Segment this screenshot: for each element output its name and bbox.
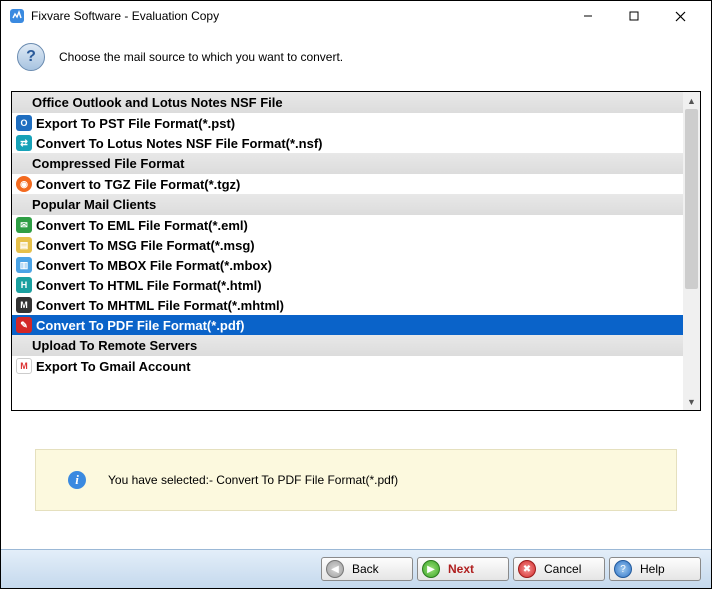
format-list: Office Outlook and Lotus Notes NSF FileO…	[11, 91, 701, 411]
next-label: Next	[448, 562, 474, 576]
format-option-mhtml[interactable]: M Convert To MHTML File Format(*.mhtml)	[12, 295, 683, 315]
format-option-label: Convert To MSG File Format(*.msg)	[36, 238, 255, 253]
format-option-pst[interactable]: O Export To PST File Format(*.pst)	[12, 113, 683, 133]
next-arrow-icon: ▶	[422, 560, 440, 578]
format-option-tgz[interactable]: ◉ Convert to TGZ File Format(*.tgz)	[12, 174, 683, 194]
cancel-button[interactable]: ✖ Cancel	[513, 557, 605, 581]
tgz-icon: ◉	[16, 176, 32, 192]
group-header: Popular Mail Clients	[12, 194, 683, 215]
scroll-thumb[interactable]	[685, 109, 698, 289]
maximize-button[interactable]	[611, 1, 657, 31]
scroll-up-arrow[interactable]: ▲	[683, 92, 700, 109]
help-icon: ?	[614, 560, 632, 578]
cancel-icon: ✖	[518, 560, 536, 578]
titlebar: Fixvare Software - Evaluation Copy	[1, 1, 711, 31]
question-icon: ?	[17, 43, 45, 71]
format-option-label: Export To Gmail Account	[36, 359, 191, 374]
info-panel: i You have selected:- Convert To PDF Fil…	[35, 449, 677, 511]
info-text: You have selected:- Convert To PDF File …	[108, 473, 398, 487]
format-option-label: Convert To Lotus Notes NSF File Format(*…	[36, 136, 323, 151]
window-title: Fixvare Software - Evaluation Copy	[31, 9, 219, 23]
group-header: Office Outlook and Lotus Notes NSF File	[12, 92, 683, 113]
format-option-msg[interactable]: ▤ Convert To MSG File Format(*.msg)	[12, 235, 683, 255]
format-option-label: Convert to TGZ File Format(*.tgz)	[36, 177, 240, 192]
mbox-icon: ▥	[16, 257, 32, 273]
back-label: Back	[352, 562, 379, 576]
format-option-eml[interactable]: ✉ Convert To EML File Format(*.eml)	[12, 215, 683, 235]
info-icon: i	[68, 471, 86, 489]
pdf-icon: ✎	[16, 317, 32, 333]
format-option-html[interactable]: H Convert To HTML File Format(*.html)	[12, 275, 683, 295]
format-option-label: Convert To PDF File Format(*.pdf)	[36, 318, 244, 333]
close-button[interactable]	[657, 1, 703, 31]
back-button[interactable]: ◀ Back	[321, 557, 413, 581]
format-option-gmail[interactable]: M Export To Gmail Account	[12, 356, 683, 376]
minimize-button[interactable]	[565, 1, 611, 31]
scroll-track[interactable]	[683, 109, 700, 393]
help-button[interactable]: ? Help	[609, 557, 701, 581]
gmail-icon: M	[16, 358, 32, 374]
next-button[interactable]: ▶ Next	[417, 557, 509, 581]
scroll-down-arrow[interactable]: ▼	[683, 393, 700, 410]
cancel-label: Cancel	[544, 562, 581, 576]
group-header: Upload To Remote Servers	[12, 335, 683, 356]
format-option-pdf[interactable]: ✎ Convert To PDF File Format(*.pdf)	[12, 315, 683, 335]
msg-icon: ▤	[16, 237, 32, 253]
format-option-label: Export To PST File Format(*.pst)	[36, 116, 235, 131]
format-option-mbox[interactable]: ▥ Convert To MBOX File Format(*.mbox)	[12, 255, 683, 275]
header: ? Choose the mail source to which you wa…	[1, 31, 711, 91]
nsf-icon: ⇄	[16, 135, 32, 151]
html-icon: H	[16, 277, 32, 293]
group-header: Compressed File Format	[12, 153, 683, 174]
help-label: Help	[640, 562, 665, 576]
back-arrow-icon: ◀	[326, 560, 344, 578]
format-option-nsf[interactable]: ⇄ Convert To Lotus Notes NSF File Format(…	[12, 133, 683, 153]
footer: ◀ Back ▶ Next ✖ Cancel ? Help	[1, 549, 711, 588]
format-option-label: Convert To MHTML File Format(*.mhtml)	[36, 298, 284, 313]
mhtml-icon: M	[16, 297, 32, 313]
scrollbar[interactable]: ▲ ▼	[683, 92, 700, 410]
format-option-label: Convert To MBOX File Format(*.mbox)	[36, 258, 272, 273]
app-icon	[9, 8, 25, 24]
format-option-label: Convert To HTML File Format(*.html)	[36, 278, 262, 293]
pst-icon: O	[16, 115, 32, 131]
eml-icon: ✉	[16, 217, 32, 233]
format-option-label: Convert To EML File Format(*.eml)	[36, 218, 248, 233]
header-prompt: Choose the mail source to which you want…	[59, 50, 343, 64]
